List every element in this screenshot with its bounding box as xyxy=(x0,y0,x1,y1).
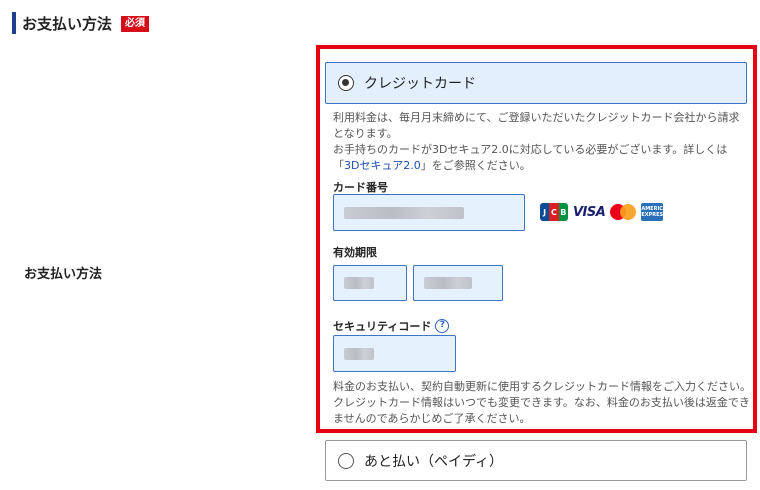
amex-logo-icon: AMERICAN EXPRESS xyxy=(641,203,671,221)
radio-unselected-icon[interactable] xyxy=(338,452,354,469)
visa-logo-icon: VISA xyxy=(573,204,606,220)
help-question-icon[interactable]: ? xyxy=(435,319,450,333)
jcb-letter-c: C xyxy=(549,203,559,221)
masked-value xyxy=(424,277,472,289)
section-accent-bar xyxy=(12,12,16,34)
jcb-letter-j: J xyxy=(540,203,550,221)
expiry-month-input[interactable] xyxy=(333,265,407,301)
option-paidy-label: あと払い（ペイディ） xyxy=(364,453,504,470)
card-usage-note: 料金のお支払い、契約自動更新に使用するクレジットカード情報をご入力ください。クレ… xyxy=(333,380,751,425)
payment-method-row-label: お支払い方法 xyxy=(24,267,103,282)
expiry-label: 有効期限 xyxy=(333,246,377,259)
masked-value xyxy=(344,206,464,219)
3d-secure-link[interactable]: 3Dセキュア2.0 xyxy=(344,159,421,172)
jcb-logo-icon: J C B xyxy=(540,203,568,221)
jcb-letter-b: B xyxy=(558,203,568,221)
security-code-input[interactable] xyxy=(333,335,456,372)
security-code-label-text: セキュリティコード xyxy=(333,320,432,333)
expiry-year-input[interactable] xyxy=(413,265,503,301)
option-credit-card[interactable]: クレジットカード xyxy=(325,62,747,104)
option-paidy[interactable]: あと払い（ペイディ） xyxy=(325,440,747,481)
mastercard-logo-icon xyxy=(610,204,637,220)
radio-selected-icon[interactable] xyxy=(338,75,354,91)
card-number-input[interactable] xyxy=(333,194,525,231)
card-info-line-2-suffix: 」をご参照ください。 xyxy=(420,159,531,172)
card-number-label: カード番号 xyxy=(333,181,388,194)
masked-value xyxy=(344,347,374,360)
section-title: お支払い方法 xyxy=(22,15,113,33)
masked-value xyxy=(344,277,374,289)
card-brand-logos: J C B VISA AMERICAN EXPRESS xyxy=(540,203,671,221)
card-info-text: 利用料金は、毎月月末締めにて、ご登録いただいたクレジットカード会社から請求となり… xyxy=(333,110,748,174)
option-credit-card-label: クレジットカード xyxy=(364,76,476,92)
card-info-line-2: お手持ちのカードが3Dセキュア2.0に対応している必要がございます。詳しくは「3… xyxy=(333,142,748,174)
required-badge: 必須 xyxy=(121,16,149,32)
card-info-line-1: 利用料金は、毎月月末締めにて、ご登録いただいたクレジットカード会社から請求となり… xyxy=(333,111,740,140)
security-code-label: セキュリティコード ? xyxy=(333,318,450,334)
